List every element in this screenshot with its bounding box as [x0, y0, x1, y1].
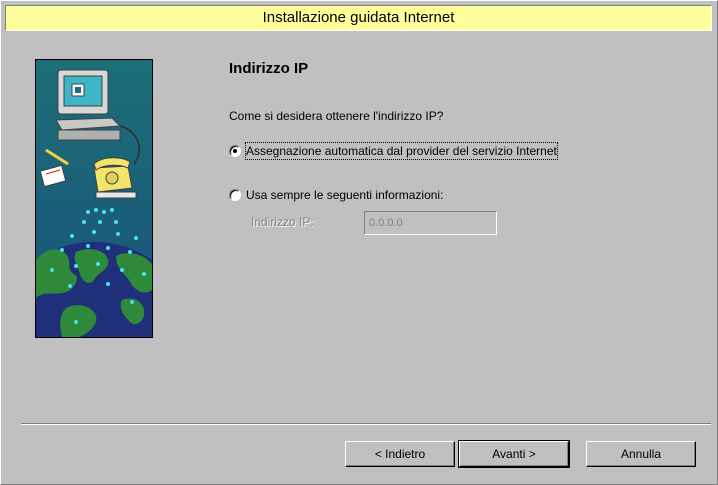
page-heading: Indirizzo IP — [229, 60, 309, 77]
manual-ip-radio[interactable] — [229, 189, 241, 201]
ip-question: Come si desidera ottenere l'indirizzo IP… — [229, 109, 444, 123]
auto-assign-label[interactable]: Assegnazione automatica dal provider del… — [245, 142, 558, 160]
cancel-button[interactable]: Annulla — [586, 441, 696, 467]
wizard-illustration — [35, 59, 153, 338]
ip-address-field: 0.0.0.0 — [364, 211, 497, 235]
manual-ip-option[interactable]: Usa sempre le seguenti informazioni: — [229, 187, 443, 203]
auto-assign-radio[interactable] — [229, 145, 241, 157]
window-title: Installazione guidata Internet — [5, 5, 712, 31]
next-button[interactable]: Avanti > — [458, 440, 570, 468]
back-button[interactable]: < Indietro — [345, 441, 455, 467]
ip-address-label: Indirizzo IP: — [251, 215, 314, 229]
computer-phone-globe-illustration — [36, 60, 152, 337]
footer-separator — [21, 423, 711, 425]
auto-assign-option[interactable]: Assegnazione automatica dal provider del… — [229, 142, 558, 160]
wizard-window: Installazione guidata Internet Indirizzo… — [0, 0, 718, 485]
manual-ip-label[interactable]: Usa sempre le seguenti informazioni: — [246, 187, 443, 203]
